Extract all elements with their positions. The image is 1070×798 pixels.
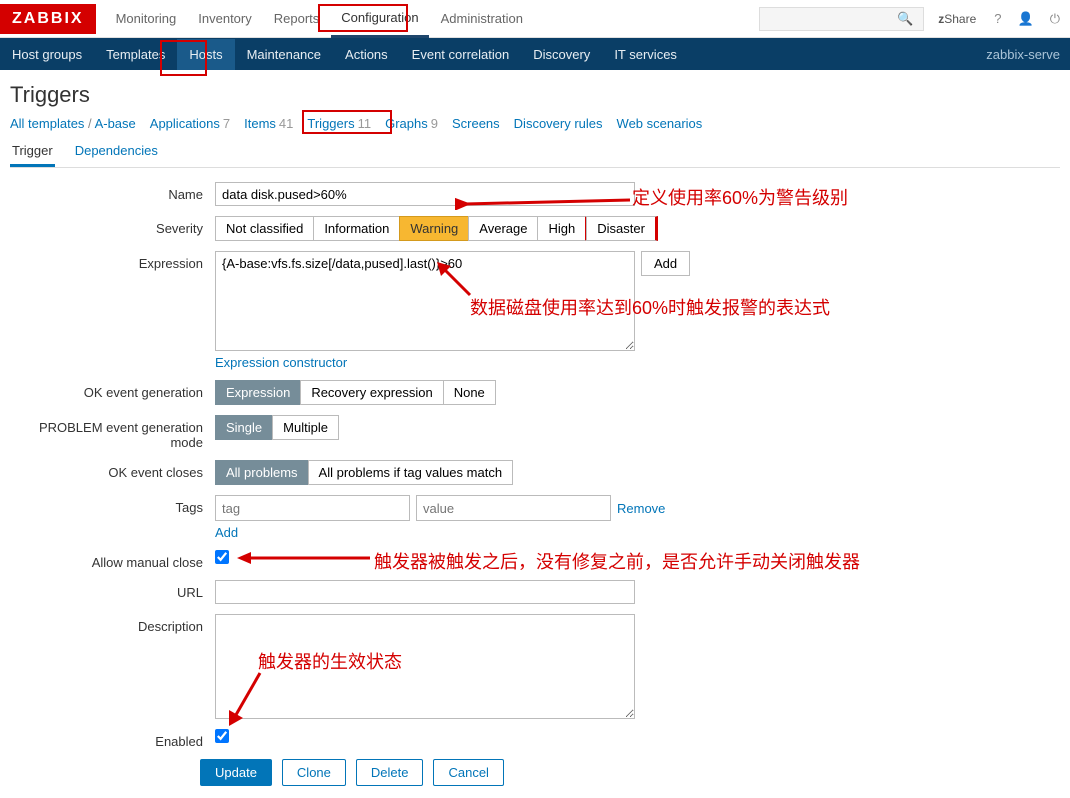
label-ok-event-closes: OK event closes [10, 460, 215, 480]
description-field[interactable] [215, 614, 635, 719]
expression-field[interactable]: {A-base:vfs.fs.size[/data,pused].last()}… [215, 251, 635, 351]
user-icon[interactable]: 👤 [1014, 7, 1038, 31]
tag-add-link[interactable]: Add [215, 525, 665, 540]
subnav-actions[interactable]: Actions [333, 39, 400, 70]
okclose-all-problems[interactable]: All problems [215, 460, 309, 485]
label-tags: Tags [10, 495, 215, 515]
name-field[interactable] [215, 182, 635, 206]
expression-add-button[interactable]: Add [641, 251, 690, 276]
search-input[interactable]: 🔍 [759, 7, 924, 31]
probgen-single[interactable]: Single [215, 415, 273, 440]
label-expression: Expression [10, 251, 215, 271]
crumb-discovery-rules[interactable]: Discovery rules [514, 116, 603, 131]
label-name: Name [10, 182, 215, 202]
top-nav: Monitoring Inventory Reports Configurati… [106, 0, 533, 38]
help-icon[interactable]: ? [990, 7, 1005, 30]
zabbix-logo: ZABBIX [0, 4, 96, 34]
crumb-host[interactable]: A-base [95, 116, 136, 131]
crumb-all-templates[interactable]: All templates [10, 116, 84, 131]
okgen-expression[interactable]: Expression [215, 380, 301, 405]
severity-average[interactable]: Average [468, 216, 538, 241]
trigger-form: Name Severity Not classified Information… [10, 168, 1060, 786]
crumb-web-scenarios[interactable]: Web scenarios [617, 116, 703, 131]
crumb-graphs[interactable]: Graphs [385, 116, 428, 131]
tag-name-field[interactable] [215, 495, 410, 521]
crumb-items[interactable]: Items [244, 116, 276, 131]
subnav-host-groups[interactable]: Host groups [0, 39, 94, 70]
clone-button[interactable]: Clone [282, 759, 346, 786]
tab-trigger[interactable]: Trigger [10, 137, 55, 167]
subnav-templates[interactable]: Templates [94, 39, 177, 70]
update-button[interactable]: Update [200, 759, 272, 786]
label-severity: Severity [10, 216, 215, 236]
nav-inventory[interactable]: Inventory [188, 1, 261, 36]
subnav-event-correlation[interactable]: Event correlation [400, 39, 522, 70]
tag-value-field[interactable] [416, 495, 611, 521]
subnav-hosts[interactable]: Hosts [177, 39, 234, 70]
label-allow-manual-close: Allow manual close [10, 550, 215, 570]
severity-not-classified[interactable]: Not classified [215, 216, 314, 241]
search-icon: 🔍 [893, 7, 917, 31]
subnav-discovery[interactable]: Discovery [521, 39, 602, 70]
top-bar: ZABBIX Monitoring Inventory Reports Conf… [0, 0, 1070, 38]
logout-icon[interactable]: ⏻ [1046, 7, 1064, 31]
label-enabled: Enabled [10, 729, 215, 749]
crumb-triggers[interactable]: Triggers [307, 116, 354, 131]
delete-button[interactable]: Delete [356, 759, 424, 786]
severity-disaster[interactable]: Disaster [586, 216, 658, 241]
okclose-tag-match[interactable]: All problems if tag values match [308, 460, 514, 485]
top-right: 🔍 zShare ? 👤 ⏻ [759, 7, 1070, 31]
breadcrumb: All templates / A-base Applications7 Ite… [10, 116, 1060, 131]
nav-reports[interactable]: Reports [264, 1, 330, 36]
label-description: Description [10, 614, 215, 634]
cancel-button[interactable]: Cancel [433, 759, 503, 786]
tag-remove-link[interactable]: Remove [617, 501, 665, 516]
severity-information[interactable]: Information [313, 216, 400, 241]
server-label: zabbix-serve [986, 47, 1060, 62]
crumb-applications[interactable]: Applications [150, 116, 220, 131]
okgen-recovery[interactable]: Recovery expression [300, 380, 443, 405]
severity-group: Not classified Information Warning Avera… [215, 216, 658, 241]
tab-dependencies[interactable]: Dependencies [73, 137, 160, 167]
crumb-screens[interactable]: Screens [452, 116, 500, 131]
url-field[interactable] [215, 580, 635, 604]
nav-administration[interactable]: Administration [431, 1, 533, 36]
label-url: URL [10, 580, 215, 600]
severity-warning[interactable]: Warning [399, 216, 469, 241]
sub-nav: Host groups Templates Hosts Maintenance … [0, 38, 1070, 70]
expression-constructor-link[interactable]: Expression constructor [215, 355, 690, 370]
okgen-none[interactable]: None [443, 380, 496, 405]
nav-configuration[interactable]: Configuration [331, 0, 428, 38]
subnav-maintenance[interactable]: Maintenance [235, 39, 333, 70]
manual-close-checkbox[interactable] [215, 550, 229, 564]
severity-high[interactable]: High [537, 216, 587, 241]
nav-monitoring[interactable]: Monitoring [106, 1, 187, 36]
label-problem-gen-mode: PROBLEM event generation mode [10, 415, 215, 450]
page-title: Triggers [10, 82, 1060, 108]
share-button[interactable]: zShare [932, 8, 982, 30]
label-ok-event-generation: OK event generation [10, 380, 215, 400]
probgen-multiple[interactable]: Multiple [272, 415, 339, 440]
subnav-it-services[interactable]: IT services [602, 39, 689, 70]
form-tabs: Trigger Dependencies [10, 137, 1060, 168]
enabled-checkbox[interactable] [215, 729, 229, 743]
